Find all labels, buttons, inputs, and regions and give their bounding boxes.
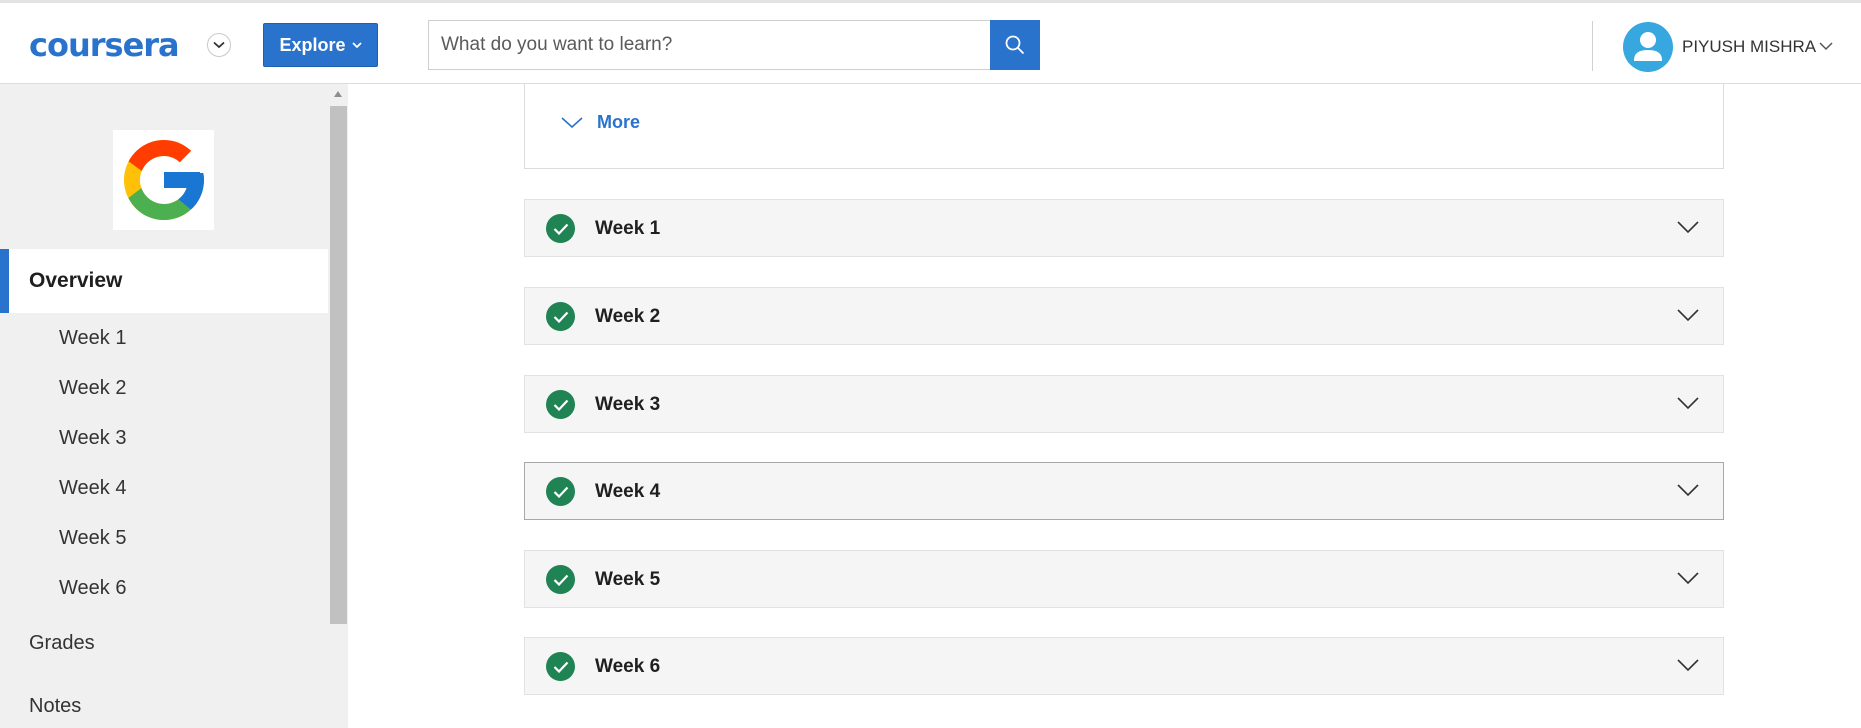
- chevron-down-icon: [1677, 221, 1699, 234]
- sidebar-item-week-1[interactable]: Week 1: [59, 326, 126, 350]
- week-5-accordion[interactable]: Week 5: [524, 550, 1724, 608]
- chevron-down-icon: [561, 116, 583, 128]
- search-button[interactable]: [990, 20, 1040, 70]
- check-icon: [546, 477, 575, 506]
- course-partner-logo: [113, 130, 214, 230]
- more-label: More: [597, 112, 641, 132]
- active-indicator: [0, 249, 9, 313]
- scroll-up-arrow-icon[interactable]: [334, 91, 342, 97]
- sidebar-item-grades[interactable]: Grades: [29, 631, 95, 655]
- sidebar-item-week-6[interactable]: Week 6: [59, 576, 126, 600]
- chevron-down-icon: [351, 41, 362, 48]
- search-input[interactable]: [429, 21, 991, 69]
- sidebar-item-label: Overview: [29, 269, 123, 292]
- week-title: Week 5: [595, 569, 661, 590]
- scrollbar-thumb[interactable]: [330, 106, 347, 624]
- coursera-logo[interactable]: coursera: [29, 25, 180, 65]
- chevron-down-icon: [1677, 659, 1699, 672]
- explore-button[interactable]: Explore: [263, 23, 378, 67]
- chevron-down-icon: [1677, 309, 1699, 322]
- week-title: Week 2: [595, 306, 661, 327]
- week-title: Week 4: [595, 481, 661, 502]
- chevron-down-icon: [1677, 484, 1699, 497]
- search-icon: [1005, 35, 1025, 55]
- user-icon: [1634, 32, 1662, 61]
- week-1-accordion[interactable]: Week 1: [524, 199, 1724, 257]
- week-title: Week 6: [595, 656, 661, 677]
- check-icon: [546, 390, 575, 419]
- sidebar-item-notes[interactable]: Notes: [29, 694, 81, 718]
- chevron-down-icon: [1677, 397, 1699, 410]
- google-logo-icon: [123, 140, 204, 220]
- check-icon: [546, 652, 575, 681]
- user-menu-chevron-icon[interactable]: [1818, 41, 1834, 51]
- header-divider: [1592, 21, 1593, 71]
- week-title: Week 3: [595, 394, 661, 415]
- sidebar-item-overview[interactable]: Overview: [0, 249, 328, 313]
- week-6-accordion[interactable]: Week 6: [524, 637, 1724, 695]
- week-2-accordion[interactable]: Week 2: [524, 287, 1724, 345]
- user-name[interactable]: PIYUSH MISHRA: [1682, 37, 1816, 57]
- explore-button-label: Explore: [279, 34, 346, 55]
- course-description-card: More: [524, 84, 1724, 169]
- sidebar-item-week-3[interactable]: Week 3: [59, 426, 126, 450]
- sidebar-item-week-5[interactable]: Week 5: [59, 526, 126, 550]
- check-icon: [546, 565, 575, 594]
- week-4-accordion[interactable]: Week 4: [524, 462, 1724, 520]
- sidebar-item-week-4[interactable]: Week 4: [59, 476, 126, 500]
- week-3-accordion[interactable]: Week 3: [524, 375, 1724, 433]
- search-bar: [428, 20, 1040, 70]
- logo-menu-chevron-icon[interactable]: [207, 33, 231, 57]
- week-title: Week 1: [595, 218, 661, 239]
- top-header: coursera Explore PIYUSH MISHRA: [0, 3, 1861, 84]
- avatar[interactable]: [1623, 22, 1673, 72]
- chevron-down-icon: [1677, 572, 1699, 585]
- more-button[interactable]: More: [561, 112, 640, 133]
- check-icon: [546, 214, 575, 243]
- sidebar-item-week-2[interactable]: Week 2: [59, 376, 126, 400]
- check-icon: [546, 302, 575, 331]
